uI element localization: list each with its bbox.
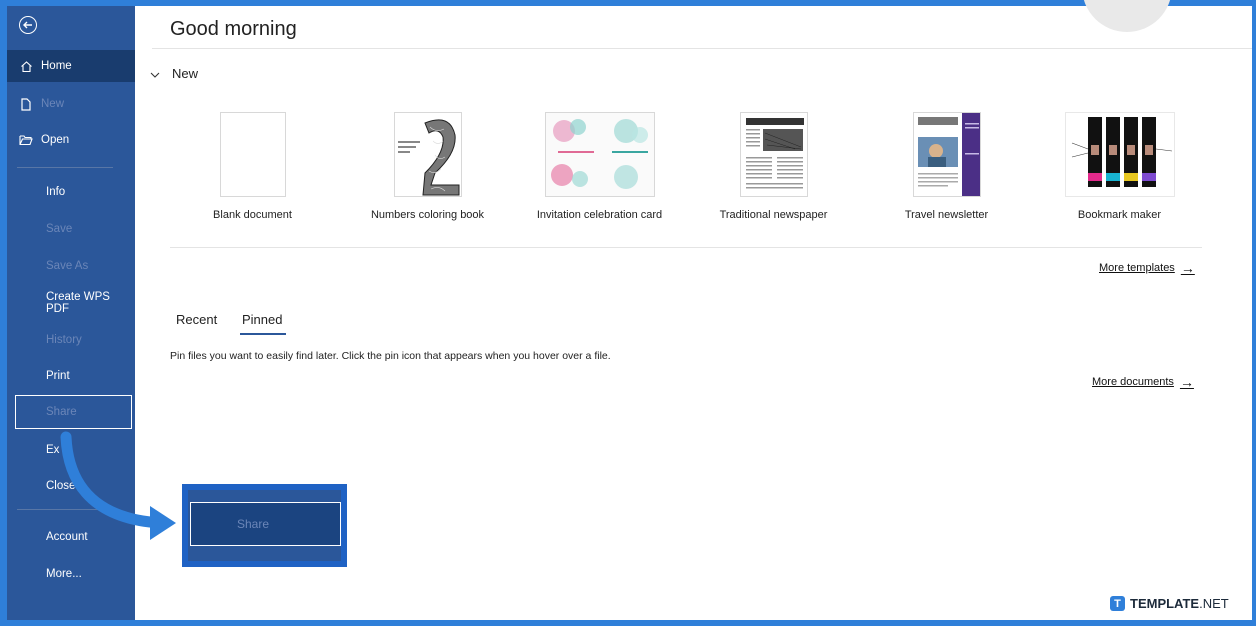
callout-arrow-icon xyxy=(60,431,176,540)
brand-suffix: .NET xyxy=(1199,596,1229,611)
brand-name: TEMPLATE xyxy=(1130,596,1200,611)
brand-logo-icon: T xyxy=(1110,596,1125,611)
template-net-watermark: T TEMPLATE .NET xyxy=(1110,596,1229,611)
